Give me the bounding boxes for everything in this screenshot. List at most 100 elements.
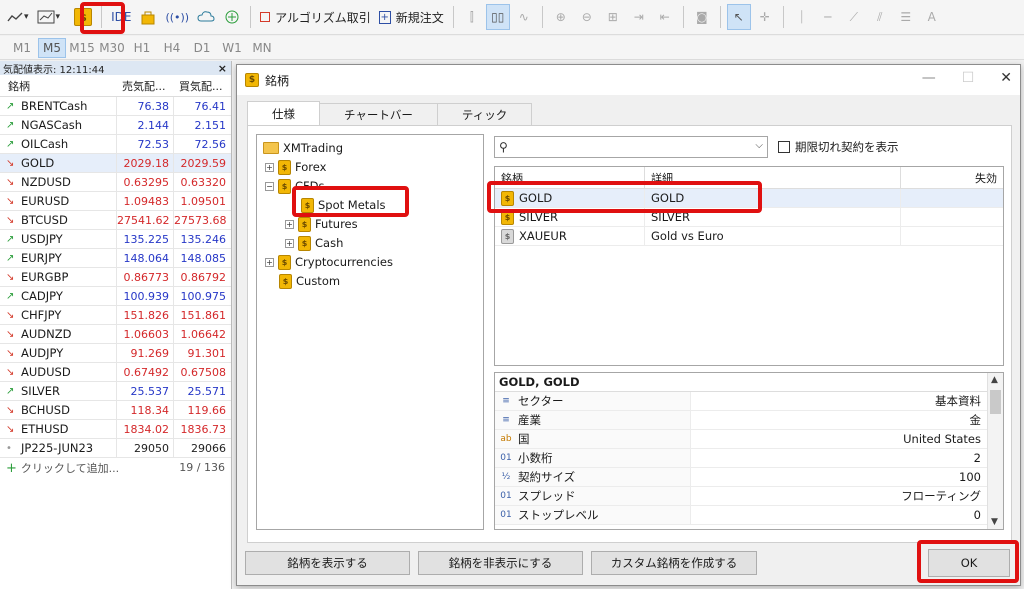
timeframe-mn[interactable]: MN (248, 38, 276, 58)
hide-symbol-button[interactable]: 銘柄を非表示にする (418, 551, 583, 575)
checkbox-box[interactable] (778, 141, 790, 153)
timeframe-m5[interactable]: M5 (38, 37, 66, 58)
signal-icon[interactable]: ((•)) (162, 4, 192, 30)
fibonacci-icon[interactable]: ☰ (894, 4, 918, 30)
properties-scrollbar[interactable]: ▲ ▼ (987, 373, 1003, 529)
scroll-down-icon[interactable]: ▼ (991, 517, 998, 527)
market-watch-row[interactable]: • JP225-JUN23 29050 29066 (0, 438, 231, 458)
market-watch-row[interactable]: ↘ BCHUSD 118.34 119.66 (0, 400, 231, 420)
trend-line-icon[interactable]: ⟋ (842, 4, 866, 30)
symbol-list-row[interactable]: $ SILVER SILVER (495, 208, 1003, 227)
tab-specification[interactable]: 仕様 (247, 101, 320, 125)
symbol-search-combobox[interactable]: ⚲ ⌵ (494, 136, 768, 158)
tree-node-cfds[interactable]: − $ CFDs (265, 177, 325, 195)
market-watch-row[interactable]: ↗ BRENTCash 76.38 76.41 (0, 96, 231, 116)
line-chart-icon[interactable] (4, 4, 32, 30)
ide-button[interactable]: IDE (108, 4, 134, 30)
close-icon[interactable]: ✕ (1000, 70, 1012, 86)
text-tool-icon[interactable]: A (920, 4, 944, 30)
tree-node-futures[interactable]: + $ Futures (285, 215, 358, 233)
timeframe-m30[interactable]: M30 (98, 38, 126, 58)
symbol-list-row[interactable]: $ GOLD GOLD (495, 189, 1003, 208)
tree-node-spot-metals[interactable]: $ Spot Metals (301, 196, 386, 214)
property-row[interactable]: 01 スプレッド フローティング (495, 487, 1003, 506)
property-row[interactable]: ≡ セクター 基本資料 (495, 392, 1003, 411)
scroll-up-icon[interactable]: ▲ (991, 375, 998, 385)
market-watch-row[interactable]: ↗ USDJPY 135.225 135.246 (0, 229, 231, 249)
property-row[interactable]: 01 小数桁 2 (495, 449, 1003, 468)
autoscroll-icon[interactable]: ⇥ (627, 4, 651, 30)
bag-icon[interactable] (136, 4, 160, 30)
show-symbol-button[interactable]: 銘柄を表示する (245, 551, 410, 575)
col-bid[interactable]: 売気配... (116, 78, 173, 94)
close-icon[interactable]: × (218, 62, 231, 75)
market-watch-row[interactable]: ↗ EURJPY 148.064 148.085 (0, 248, 231, 268)
market-watch-row[interactable]: ↘ GOLD 2029.18 2029.59 (0, 153, 231, 173)
symbols-button[interactable]: $ (71, 4, 95, 30)
zoom-out-icon[interactable]: ⊖ (575, 4, 599, 30)
timeframe-h1[interactable]: H1 (128, 38, 156, 58)
tab-chart-bars[interactable]: チャートバー (319, 103, 438, 125)
line-mode-icon[interactable]: ∿ (512, 4, 536, 30)
globe-plus-icon[interactable] (220, 4, 244, 30)
collapse-icon[interactable]: − (265, 181, 274, 191)
col-symbol[interactable]: 銘柄 (0, 78, 116, 94)
tree-node-root[interactable]: XMTrading (263, 139, 343, 157)
new-order-button[interactable]: + 新規注文 (376, 4, 447, 30)
add-symbol-link[interactable]: + クリックして追加... (6, 460, 119, 476)
chevron-down-icon[interactable]: ⌵ (755, 140, 763, 151)
timeframe-w1[interactable]: W1 (218, 38, 246, 58)
expand-icon[interactable]: + (285, 219, 294, 229)
market-watch-row[interactable]: ↘ AUDUSD 0.67492 0.67508 (0, 362, 231, 382)
cloud-icon[interactable] (194, 4, 218, 30)
tree-node-forex[interactable]: + $ Forex (265, 158, 326, 176)
property-row[interactable]: ½ 契約サイズ 100 (495, 468, 1003, 487)
cursor-icon[interactable]: ↖ (726, 4, 751, 30)
col-expiry[interactable]: 失効 (901, 167, 1003, 188)
timeframe-h4[interactable]: H4 (158, 38, 186, 58)
indicators-icon[interactable] (34, 4, 64, 30)
show-expired-checkbox[interactable]: 期限切れ契約を表示 (778, 139, 899, 155)
market-watch-row[interactable]: ↘ CHFJPY 151.826 151.861 (0, 305, 231, 325)
shift-icon[interactable]: ⇤ (653, 4, 677, 30)
market-watch-row[interactable]: ↘ EURGBP 0.86773 0.86792 (0, 267, 231, 287)
grid-icon[interactable]: ⊞ (601, 4, 625, 30)
expand-icon[interactable]: + (285, 238, 294, 248)
expand-icon[interactable]: + (265, 257, 274, 267)
market-watch-row[interactable]: ↘ EURUSD 1.09483 1.09501 (0, 191, 231, 211)
zoom-in-icon[interactable]: ⊕ (549, 4, 573, 30)
tree-node-cash[interactable]: + $ Cash (285, 234, 343, 252)
property-row[interactable]: ≡ 産業 金 (495, 411, 1003, 430)
col-symbol[interactable]: 銘柄 (495, 167, 645, 188)
candle-chart-icon[interactable]: ▯▯ (485, 4, 510, 30)
channel-icon[interactable]: ⫽ (868, 4, 892, 30)
property-row[interactable]: ab 国 United States (495, 430, 1003, 449)
timeframe-m1[interactable]: M1 (8, 38, 36, 58)
market-watch-row[interactable]: ↗ SILVER 25.537 25.571 (0, 381, 231, 401)
horizontal-line-icon[interactable]: ─ (816, 4, 840, 30)
market-watch-row[interactable]: ↗ NGASCash 2.144 2.151 (0, 115, 231, 135)
bar-chart-icon[interactable]: ⫿ (460, 4, 484, 30)
create-custom-symbol-button[interactable]: カスタム銘柄を作成する (591, 551, 757, 575)
symbol-list-row[interactable]: $ XAUEUR Gold vs Euro (495, 227, 1003, 246)
screenshot-icon[interactable]: ◙ (690, 4, 714, 30)
market-watch-row[interactable]: ↘ BTCUSD 27541.62 27573.68 (0, 210, 231, 230)
algo-trading-button[interactable]: アルゴリズム取引 (257, 4, 374, 30)
market-watch-row[interactable]: ↘ AUDJPY 91.269 91.301 (0, 343, 231, 363)
timeframe-d1[interactable]: D1 (188, 38, 216, 58)
ok-button[interactable]: OK (928, 549, 1010, 577)
market-watch-row[interactable]: ↗ CADJPY 100.939 100.975 (0, 286, 231, 306)
timeframe-m15[interactable]: M15 (68, 38, 96, 58)
market-watch-row[interactable]: ↘ AUDNZD 1.06603 1.06642 (0, 324, 231, 344)
vertical-line-icon[interactable]: ⏐ (790, 4, 814, 30)
tree-node-crypto[interactable]: + $ Cryptocurrencies (265, 253, 393, 271)
scroll-thumb[interactable] (990, 390, 1001, 414)
tree-node-custom[interactable]: $ Custom (279, 272, 340, 290)
market-watch-row[interactable]: ↗ OILCash 72.53 72.56 (0, 134, 231, 154)
market-watch-row[interactable]: ↘ NZDUSD 0.63295 0.63320 (0, 172, 231, 192)
crosshair-icon[interactable]: ✛ (753, 4, 777, 30)
market-watch-row[interactable]: ↘ ETHUSD 1834.02 1836.73 (0, 419, 231, 439)
property-row[interactable]: 01 ストップレベル 0 (495, 506, 1003, 525)
maximize-icon[interactable]: ☐ (962, 70, 975, 86)
tab-ticks[interactable]: ティック (436, 103, 533, 125)
